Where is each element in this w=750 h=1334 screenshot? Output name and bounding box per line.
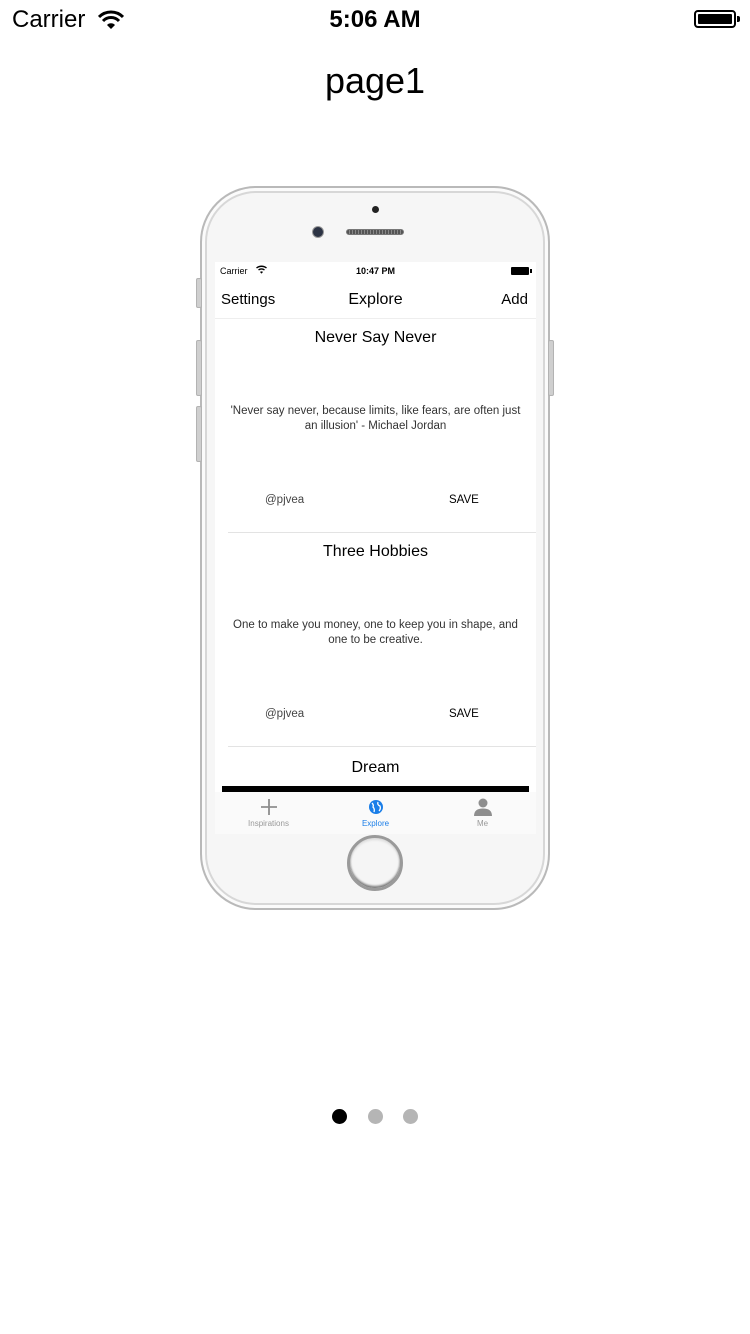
quote-title: Dream [351,759,400,776]
quote-text: One to make you money, one to keep you i… [233,619,518,646]
tab-me[interactable]: Me [429,796,536,834]
tab-bar: Inspirations Explore Me [215,792,536,834]
quote-card[interactable]: Never Say Never 'Never say never, becaus… [215,319,536,533]
add-button[interactable]: Add [501,291,528,308]
front-camera [312,226,324,238]
inner-status-time: 10:47 PM [355,266,396,276]
tab-label: Explore [361,819,390,828]
quote-text: 'Never say never, because limits, like f… [230,405,521,432]
globe-icon [322,796,429,818]
nav-bar: Settings Explore Add [215,280,536,319]
quote-title: Three Hobbies [323,543,428,560]
tab-explore[interactable]: Explore [322,796,429,834]
nav-title: Explore [348,291,403,308]
page-dot[interactable] [367,1109,383,1124]
page-dot[interactable] [332,1109,348,1124]
tab-label: Me [476,819,489,828]
author-handle[interactable]: @pjvea [265,708,304,720]
volume-up-button [196,340,202,396]
page-indicator[interactable] [0,1109,750,1125]
volume-down-button [196,406,202,462]
plus-icon [215,796,322,818]
earpiece-speaker [346,229,404,235]
tab-label: Inspirations [248,819,289,828]
quote-feed[interactable]: Never Say Never 'Never say never, becaus… [215,319,536,789]
proximity-sensor [372,206,379,213]
quote-card[interactable]: Three Hobbies One to make you money, one… [215,533,536,747]
status-bar: Carrier 5:06 AM [0,0,750,40]
mute-switch [196,278,202,308]
save-button[interactable]: SAVE [449,494,479,506]
tab-inspirations[interactable]: Inspirations [215,796,322,834]
inner-battery-icon [511,267,532,275]
quote-card[interactable]: Dream [215,747,536,789]
page-dot[interactable] [402,1109,418,1124]
save-button[interactable]: SAVE [449,708,479,720]
phone-screen: Carrier 10:47 PM Settings Explore Add Ne… [215,262,536,834]
status-time: 5:06 AM [329,6,421,33]
quote-title: Never Say Never [314,329,437,346]
battery-icon [694,10,740,28]
home-button [347,835,403,891]
power-button [548,340,554,396]
author-handle[interactable]: @pjvea [265,494,304,506]
page-title: page1 [324,60,426,101]
inner-status-bar: Carrier 10:47 PM [215,262,536,280]
person-icon [429,796,536,818]
